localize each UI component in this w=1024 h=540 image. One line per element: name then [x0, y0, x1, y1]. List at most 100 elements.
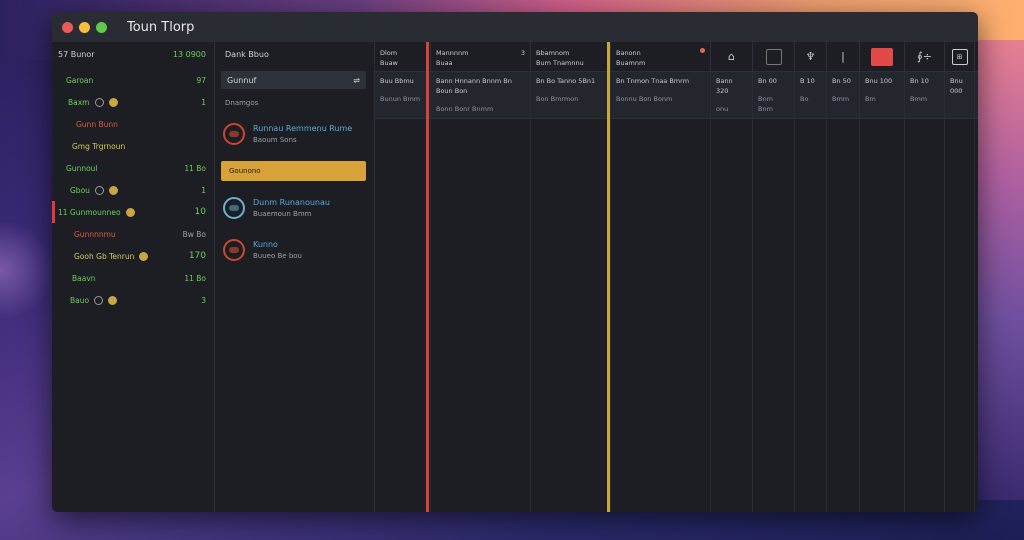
list-item[interactable]: Runnau Remmenu Rume Baoum Sons	[215, 119, 374, 149]
table-cell: Bn Bo Tanno 5Bn1 Bon Bmrmon	[531, 72, 611, 118]
list-item-subtitle: Buueo Be bou	[253, 252, 302, 260]
column-header[interactable]: Bbamnom Bum Tnamnnu	[531, 42, 611, 71]
selected-item[interactable]: Gounono	[221, 161, 366, 181]
list-item-subtitle: Baoum Sons	[253, 136, 297, 144]
sidebar-item-value: 1	[201, 185, 206, 195]
table-cell: Bann 320 onu	[711, 72, 753, 118]
column-header[interactable]: Dlom Buaw	[375, 42, 431, 71]
column-header-sub: Buaw	[380, 59, 398, 67]
sidebar-item-label: Gooh Gb Tenrun	[74, 251, 135, 261]
sidebar-item-label: Garoan	[66, 75, 94, 85]
minimize-icon[interactable]	[79, 21, 90, 33]
sidebar-item-value: 11 Bo	[184, 273, 206, 283]
list-item[interactable]: Dunm Runanounau Buaemoun Bmm	[215, 193, 374, 223]
sidebar-item[interactable]: Gunnoul 11 Bo	[52, 157, 214, 179]
sidebar-item-value: 1	[201, 97, 206, 107]
table-cell: Bann Hnnann Bnnm Bn Boun Bon Bonn Bonr Bn…	[431, 72, 531, 118]
grid-header: Dlom Buaw Mannnnm Buaa 3 Bbamnom Bum Tna…	[375, 42, 978, 72]
table-cell: B 10 Bo	[795, 72, 827, 118]
divider-icon[interactable]: |	[827, 42, 860, 71]
sidebar-item-label: Gunn Bunn	[76, 119, 118, 129]
sidebar-item-label: Gbou	[70, 185, 90, 195]
list-item[interactable]: Kunno Buueo Be bou	[215, 235, 374, 265]
sidebar-item[interactable]: Baxm 1	[52, 91, 214, 113]
column-header-sub: Buaa	[436, 59, 453, 67]
table-cell: Bn 00 Bnm Bnm	[753, 72, 795, 118]
table-cell: Bnu 000	[945, 72, 975, 118]
status-dot-icon	[700, 48, 705, 53]
search-input-value: Gunnuf	[227, 75, 257, 85]
sidebar-item-value: 10	[194, 207, 206, 217]
sidebar-item-label: 11 Gunmounneo	[58, 207, 121, 217]
timeline-marker-yellow[interactable]	[607, 42, 610, 512]
status-dot-icon	[108, 295, 118, 305]
column-header-label: Mannnnm	[436, 49, 469, 57]
maximize-icon[interactable]	[96, 21, 107, 33]
sidebar-item-value: 97	[196, 75, 206, 85]
sidebar-item-label: Baxm	[68, 97, 90, 107]
sidebar-icon[interactable]: ⊞	[945, 42, 975, 71]
sidebar-item[interactable]: Garoan 97	[52, 69, 214, 91]
sidebar-header-label: 57 Bunor	[58, 50, 95, 59]
middle-subtitle: Dnamgos	[225, 99, 259, 107]
red-action-button[interactable]	[860, 42, 905, 71]
column-header-label: Dlom	[380, 49, 398, 57]
sidebar-item-label: Bauo	[70, 295, 90, 305]
status-dot-icon	[108, 97, 118, 107]
record-icon	[223, 197, 245, 219]
sidebar-item[interactable]: Gmg Trgrnoun	[52, 135, 214, 157]
sidebar-item-value: 3	[201, 295, 206, 305]
thumb-icon[interactable]: ♆	[795, 42, 827, 71]
table-cell: Bn 10 Bmm	[905, 72, 945, 118]
status-ring-icon	[94, 185, 104, 195]
selection-marker	[52, 201, 55, 223]
list-item-subtitle: Buaemoun Bmm	[253, 210, 312, 218]
status-dot-icon	[139, 251, 149, 261]
sidebar-header-count: 13 0900	[172, 50, 206, 59]
record-icon	[223, 239, 245, 261]
formula-icon[interactable]: ∮÷	[905, 42, 945, 71]
table-cell: Bnu 100 Bm	[860, 72, 905, 118]
sidebar-item[interactable]: Gunnnnmu Bw Bo	[52, 223, 214, 245]
timeline-grid: Dlom Buaw Mannnnm Buaa 3 Bbamnom Bum Tna…	[375, 42, 978, 512]
table-row[interactable]: Buu Bbmu Bunun Bmm Bann Hnnann Bnnm Bn Bo…	[375, 72, 978, 119]
sidebar-item[interactable]: Gbou 1	[52, 179, 214, 201]
status-dot-icon	[108, 185, 118, 195]
status-ring-icon	[94, 97, 104, 107]
table-cell: Bn 50 Bmm	[827, 72, 860, 118]
table-cell: Bn Tnmon Tnaa Bmrm Bonnu Bon Bonm	[611, 72, 711, 118]
sidebar-item-selected[interactable]: 11 Gunmounneo 10	[52, 201, 214, 223]
sidebar-item[interactable]: Bauo 3	[52, 289, 214, 311]
sidebar-item-label: Gmg Trgrnoun	[72, 141, 126, 151]
pin-icon[interactable]: ⌂	[711, 42, 753, 71]
list-item-title: Kunno	[253, 240, 278, 249]
table-cell: Buu Bbmu Bunun Bmm	[375, 72, 431, 118]
close-icon[interactable]	[62, 21, 73, 33]
sidebar-header: 57 Bunor 13 0900	[52, 46, 214, 69]
record-icon	[223, 123, 245, 145]
column-header-sub: Bum Tnamnnu	[536, 59, 584, 67]
sidebar-item-label: Gunnoul	[66, 163, 98, 173]
status-ring-icon	[94, 295, 104, 305]
middle-panel: Dank Bbuo Gunnuf ⇌ Dnamgos Runnau Remmen…	[215, 42, 375, 512]
column-count: 3	[520, 49, 525, 57]
search-input[interactable]: Gunnuf ⇌	[221, 71, 366, 89]
column-header-label: Bbamnom	[536, 49, 570, 57]
list-item-title: Dunm Runanounau	[253, 198, 330, 207]
sidebar-item[interactable]: Baavn 11 Bo	[52, 267, 214, 289]
sidebar-item-value: 11 Bo	[184, 163, 206, 173]
sidebar-item-value: 170	[188, 251, 206, 261]
filter-icon[interactable]: ⇌	[353, 76, 360, 85]
column-header[interactable]: Mannnnm Buaa 3	[431, 42, 531, 71]
column-header[interactable]: Banonn Buamnm	[611, 42, 711, 71]
square-icon[interactable]	[753, 42, 795, 71]
sidebar-item-value: Bw Bo	[182, 229, 206, 239]
timeline-marker-red[interactable]	[426, 42, 429, 512]
sidebar-item[interactable]: Gooh Gb Tenrun 170	[52, 245, 214, 267]
column-header-label: Banonn	[616, 49, 641, 57]
sidebar-item[interactable]: Gunn Bunn	[52, 113, 214, 135]
titlebar: Toun Tlorp	[52, 12, 978, 42]
middle-header: Dank Bbuo	[225, 50, 269, 59]
sidebar-item-label: Gunnnnmu	[74, 229, 116, 239]
sidebar-item-label: Baavn	[72, 273, 96, 283]
